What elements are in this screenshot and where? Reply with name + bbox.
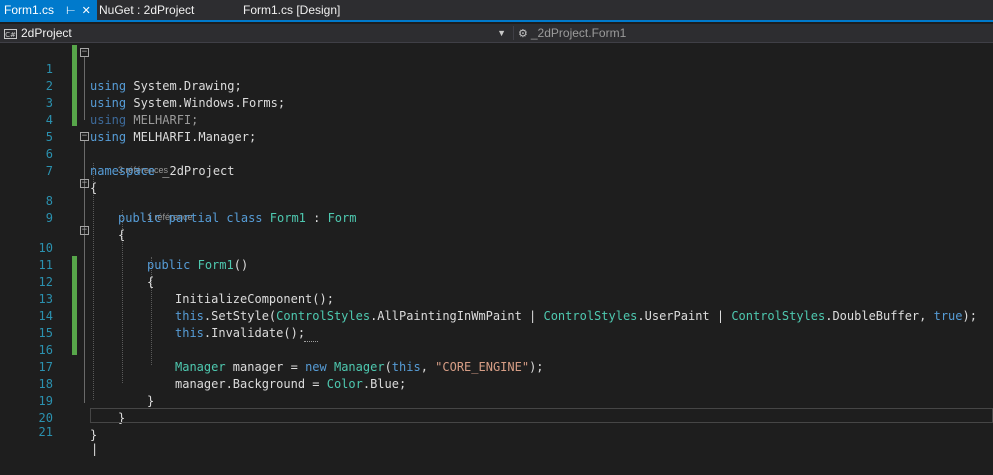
close-icon[interactable]: ✕ xyxy=(82,1,91,21)
code-line-11: 11 { xyxy=(0,240,993,289)
type-dropdown[interactable]: ⚙ _2dProject.Form1 xyxy=(518,25,988,41)
text-cursor: | xyxy=(91,442,99,456)
code-line-6: 6 namespace _2dProject xyxy=(0,129,993,178)
line-number: 21 xyxy=(38,425,53,439)
tab-form1-design[interactable]: Form1.cs [Design] xyxy=(243,0,340,20)
code-line-10: 10 public Form1() xyxy=(0,223,993,272)
project-name: 2dProject xyxy=(21,26,72,40)
code-line-4: 4 using MELHARFI.Manager; xyxy=(0,95,993,144)
tab-nuget-2dproject[interactable]: NuGet : 2dProject xyxy=(99,0,194,20)
code-line-7: 7 { xyxy=(0,146,993,195)
project-dropdown[interactable]: C# 2dProject ▼ xyxy=(4,25,510,41)
pin-icon[interactable]: ⊢ xyxy=(66,1,76,21)
tab-form1-cs[interactable]: Form1.cs ⊢ ✕ xyxy=(0,0,97,20)
type-name: _2dProject.Form1 xyxy=(530,26,627,40)
document-tab-bar: Form1.cs ⊢ ✕ NuGet : 2dProject Form1.cs [D… xyxy=(0,0,993,22)
code-line-9: 9 { xyxy=(0,193,993,242)
code-line-16: 16 Manager manager = new Manager(this, "… xyxy=(0,325,993,374)
code-line-18: 18 } xyxy=(0,359,993,408)
code-line-17: 17 manager.Background = Color.Blue; xyxy=(0,342,993,391)
code-line-15: 15 xyxy=(0,308,993,340)
code-editor[interactable]: − − − − 3 références 1 référence 1 using… xyxy=(0,43,993,456)
tab-label: Form1.cs xyxy=(4,3,55,17)
tab-label: Form1.cs [Design] xyxy=(243,3,341,17)
tab-label: NuGet : 2dProject xyxy=(99,3,195,17)
code-line-14: 14 this.Invalidate(); xyxy=(0,291,993,340)
divider xyxy=(513,26,514,40)
code-line-19: 19 } xyxy=(0,376,993,425)
chevron-down-icon[interactable]: ▼ xyxy=(497,25,506,41)
code-line-21[interactable]: 21 | xyxy=(0,407,993,456)
code-line-5: 5 xyxy=(0,112,993,144)
code-line-13: 13 this.SetStyle(ControlStyles.AllPainti… xyxy=(0,274,993,323)
code-line-3: 3 using MELHARFI; xyxy=(0,78,993,127)
class-icon: ⚙ xyxy=(518,28,528,40)
code-line-2: 2 using System.Windows.Forms; xyxy=(0,61,993,110)
csharp-project-icon: C# xyxy=(4,28,17,39)
code-line-8: 8 public partial class Form1 : Form xyxy=(0,176,993,225)
code-line-12: 12 InitializeComponent(); xyxy=(0,257,993,306)
code-text: } xyxy=(90,428,98,442)
navigation-bar: C# 2dProject ▼ ⚙ _2dProject.Form1 xyxy=(0,24,993,43)
code-line-1: 1 using System.Drawing; xyxy=(0,44,993,93)
